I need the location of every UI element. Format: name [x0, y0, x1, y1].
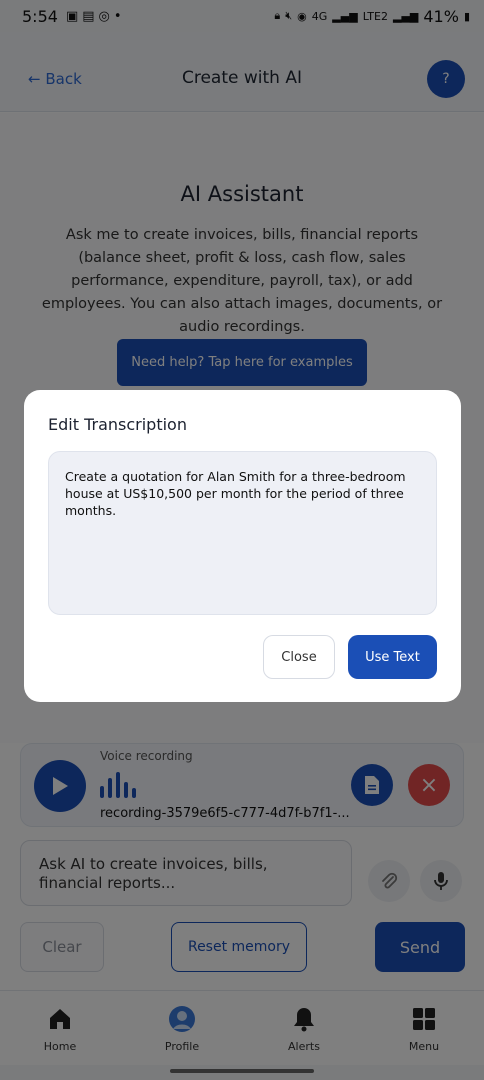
close-button[interactable]: Close [263, 635, 335, 679]
use-text-button[interactable]: Use Text [348, 635, 437, 679]
dialog-title: Edit Transcription [48, 415, 187, 434]
transcription-textarea[interactable]: Create a quotation for Alan Smith for a … [48, 451, 437, 615]
